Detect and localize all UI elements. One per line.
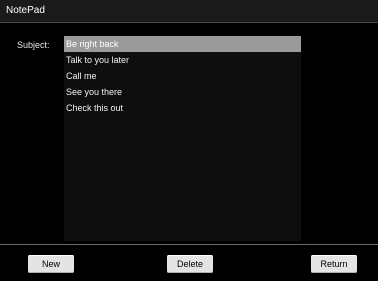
subject-list[interactable]: Be right back Talk to you later Call me …: [64, 36, 301, 241]
new-button[interactable]: New: [28, 255, 74, 273]
list-item-check-this-out[interactable]: Check this out: [64, 100, 301, 116]
main-content: Subject: Be right back Talk to you later…: [0, 23, 378, 243]
app-title: NotePad: [6, 5, 45, 16]
button-bar: New Delete Return: [0, 245, 378, 281]
list-item-be-right-back[interactable]: Be right back: [64, 36, 301, 52]
title-bar: NotePad: [0, 0, 378, 23]
return-button[interactable]: Return: [311, 255, 357, 273]
list-item-call-me[interactable]: Call me: [64, 68, 301, 84]
list-item-see-you-there[interactable]: See you there: [64, 84, 301, 100]
list-item-talk-to-you-later[interactable]: Talk to you later: [64, 52, 301, 68]
subject-label: Subject:: [17, 40, 50, 50]
delete-button[interactable]: Delete: [167, 255, 213, 273]
